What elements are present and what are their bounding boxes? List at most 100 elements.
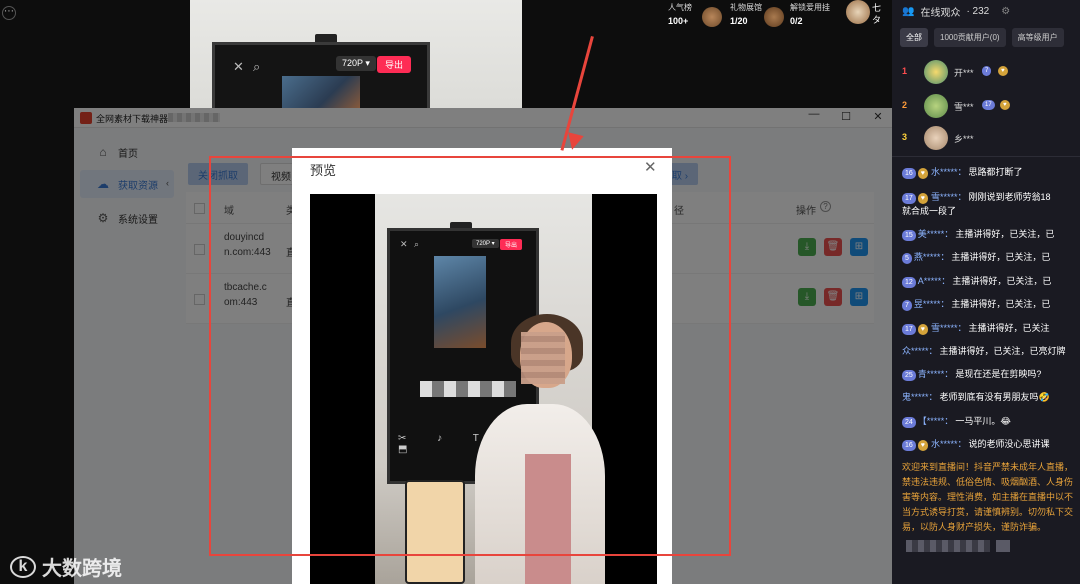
chat-nick: 美*****： [917, 229, 954, 239]
rank-number: 2 [902, 100, 908, 110]
chat-message: 7 昱*****： 主播讲得好，已关注，已 [902, 298, 1080, 311]
chat-message-continued: 就合成一段了 [902, 205, 1080, 218]
chat-nick: 昱*****： [913, 299, 950, 309]
blurred-text [906, 540, 990, 552]
fan-badge: ♥ [917, 324, 928, 335]
level-badge: 5 [902, 253, 912, 264]
avatar [924, 60, 948, 84]
audience-icon: 👥 [902, 6, 915, 17]
fan-badge: ♥ [917, 168, 928, 179]
level-badge: 17 [902, 324, 916, 335]
chat-message: 25 青*****： 是现在还是在剪映吗? [902, 368, 1080, 381]
menu-icon[interactable]: ⋯ [2, 6, 16, 20]
level-badge: 17 [902, 193, 916, 204]
tab-top-contributors[interactable]: 1000贡献用户(0) [934, 28, 1006, 47]
watermark-logo: k [10, 555, 36, 578]
level-badge: 25 [902, 370, 916, 381]
gift-icon [764, 7, 784, 27]
face-mosaic [521, 332, 565, 384]
rank-number: 1 [902, 66, 908, 76]
live-room-notice: 欢迎来到直播间！抖音严禁未成年人直播，禁违法违规、低俗色情、吸烟酗酒、人身伤害等… [902, 462, 1074, 532]
audience-tabs: 全部 1000贡献用户(0) 高等级用户 [900, 28, 1064, 47]
tab-high-level[interactable]: 高等级用户 [1011, 28, 1064, 47]
chat-nick: 鬼*****： [902, 392, 938, 402]
monitor-resolution: 720P ▾ [472, 239, 499, 248]
fan-badge: ♥ [998, 66, 1008, 76]
level-badge: 16 [902, 168, 916, 179]
chat-text: 主播讲得好，已关注，已亮灯牌 [939, 346, 1066, 356]
monitor-search-icon: ⌕ [414, 239, 420, 249]
watermark-text: 大数跨境 [42, 558, 122, 580]
avatar [924, 126, 948, 150]
preview-modal: 预览 ✕ ✕ ⌕ 720P ▾ 导出 ✂ ♪ T ⬒ [292, 148, 672, 584]
monitor-export-button: 导出 [377, 56, 412, 73]
chat-text: 说的老师没心思讲课 [968, 439, 1050, 449]
ranking-item[interactable]: 3 乡*** [902, 124, 1080, 154]
monitor-close-icon: ✕ [233, 59, 244, 74]
stat-popularity[interactable]: 人气榜 100+ [668, 2, 722, 27]
chat-text: 一马平川。😂 [955, 416, 1011, 426]
chat-text: 主播讲得好，已关注，已 [951, 252, 1051, 262]
tab-all[interactable]: 全部 [900, 28, 928, 47]
ranking-item[interactable]: 1 开*** 7 ♥ [902, 58, 1080, 88]
chat-text: 思路都打断了 [968, 167, 1023, 177]
video-frame: ✕ ⌕ 720P ▾ 导出 ✂ ♪ T ⬒ [375, 194, 605, 584]
stat-label: 人气榜 [668, 3, 692, 12]
level-badge: 7 [982, 66, 992, 76]
close-icon[interactable]: ✕ [644, 158, 657, 176]
level-badge: 15 [902, 230, 916, 241]
chat-text: 主播讲得好，已关注 [968, 323, 1050, 333]
avatar [924, 94, 948, 118]
audience-count: · 232 [966, 6, 990, 17]
monitor-video-thumbnail [282, 76, 360, 110]
level-badge: 24 [902, 417, 916, 428]
screen: ⋯ ✕ ⌕ 720P ▾ 导出 人气榜 100+ 礼物展馆 1/20 解锁爱用挂… [0, 0, 1080, 584]
streamer-avatar [846, 0, 870, 24]
chat-nick: 雪*****： [930, 323, 967, 333]
rank-name: 乡*** [954, 134, 974, 144]
monitor-resolution: 720P ▾ [336, 56, 376, 71]
chat-text: 主播讲得好，已关注，已 [955, 229, 1055, 239]
blurred-text [996, 540, 1010, 552]
fan-badge: ♥ [917, 440, 928, 451]
level-badge: 12 [902, 277, 916, 288]
chat-text: 是现在还是在剪映吗? [955, 369, 1042, 379]
stat-label: 礼物展馆 [730, 3, 762, 12]
chat-text: 主播讲得好，已关注，已 [952, 276, 1052, 286]
chat-message: 16 ♥ 水*****： 思路都打断了 [902, 166, 1080, 179]
monitor-close-icon: ✕ [400, 239, 408, 249]
chat-message: 12 A*****： 主播讲得好，已关注，已 [902, 275, 1080, 288]
monitor-timeline [420, 381, 516, 397]
stat-value: 100+ [668, 16, 689, 26]
level-badge: 16 [902, 440, 916, 451]
level-badge: 7 [902, 300, 912, 311]
monitor-video-thumbnail [434, 256, 486, 348]
ranking-item[interactable]: 2 雪*** 17 ♥ [902, 92, 1080, 122]
preview-video-player[interactable]: ✕ ⌕ 720P ▾ 导出 ✂ ♪ T ⬒ [310, 194, 657, 584]
chat-nick: A*****： [917, 276, 951, 286]
phone [405, 480, 465, 584]
chat-text: 刚刚说到老师劳翁18 [968, 192, 1051, 202]
chat-text: 就合成一段了 [902, 206, 957, 216]
stat-unlock[interactable]: 解锁爱用挂 0/2 七 タ [790, 0, 881, 26]
divider [892, 156, 1080, 157]
fan-badge: ♥ [917, 193, 928, 204]
monitor-search-icon: ⌕ [253, 59, 261, 74]
stat-label: 解锁爱用挂 [790, 3, 830, 12]
chat-nick: 青*****： [917, 369, 954, 379]
chat-nick: 雪*****： [930, 192, 967, 202]
chat-message: 16 ♥ 水*****： 说的老师没心思讲课 [902, 438, 1080, 451]
level-badge: 17 [982, 100, 995, 110]
chat-message: 17 ♥ 雪*****： 主播讲得好，已关注 [902, 322, 1080, 335]
watermark: k 大数跨境 [10, 552, 122, 581]
modal-title: 预览 [310, 163, 337, 178]
stat-value: 0/2 [790, 16, 803, 26]
fan-badge: ♥ [1000, 100, 1010, 110]
chat-message: 24 【*****： 一马平川。😂 [902, 415, 1080, 428]
top-right-text: 七 タ [872, 3, 882, 25]
chat-message: 5 燕*****： 主播讲得好，已关注，已 [902, 251, 1080, 264]
chat-nick: 众*****： [902, 346, 938, 356]
stat-gift-hall[interactable]: 礼物展馆 1/20 [730, 2, 784, 27]
rank-name: 开*** [954, 68, 974, 78]
settings-icon[interactable]: ⚙ [1001, 6, 1010, 17]
